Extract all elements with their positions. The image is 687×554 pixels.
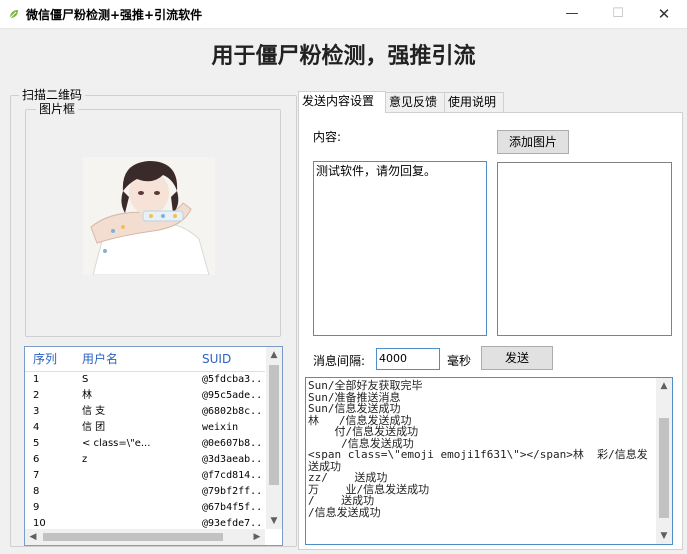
- image-preview-box: [497, 162, 672, 336]
- log-line: Sun/全部好友获取完毕: [308, 379, 423, 392]
- add-image-button[interactable]: 添加图片: [497, 130, 569, 154]
- log-line: <span class=\"emoji emoji1f631\"></span>…: [308, 448, 648, 473]
- message-textarea[interactable]: 测试软件，请勿回复。: [313, 161, 487, 336]
- row-index: 8: [33, 486, 40, 497]
- table-row[interactable]: 8 @79bf2ff...: [25, 484, 265, 500]
- row-suid: @5fdcba3...: [202, 374, 264, 385]
- close-button[interactable]: ✕: [641, 0, 687, 28]
- row-suid: @0e607b8...: [202, 438, 264, 449]
- row-suid: @79bf2ff...: [202, 486, 264, 497]
- content-label: 内容:: [313, 130, 342, 144]
- row-suid: @f7cd814...: [202, 470, 264, 481]
- log-line: zz/ 送成功: [308, 471, 388, 484]
- anime-avatar-illustration: [83, 157, 215, 275]
- column-header-username[interactable]: 用户名: [82, 347, 192, 371]
- friend-list[interactable]: 序列 用户名 SUID 1 S @5fdcba3... 2 林 @95c5ade... 3 信…: [24, 346, 283, 546]
- app-leaf-icon: [9, 10, 18, 19]
- picture-frame-label: 图片框: [36, 100, 79, 117]
- column-header-index[interactable]: 序列: [33, 347, 73, 371]
- row-index: 9: [33, 502, 40, 513]
- log-line: Sun/信息发送成功: [308, 402, 401, 415]
- log-line: / 送成功: [308, 494, 375, 507]
- qr-picture: [83, 157, 215, 275]
- scroll-right-arrow-icon[interactable]: ▶: [249, 529, 265, 545]
- scroll-down-arrow-icon[interactable]: ▼: [266, 513, 282, 529]
- minimize-button[interactable]: —: [549, 0, 595, 28]
- interval-label: 消息间隔:: [313, 354, 366, 368]
- table-row[interactable]: 3 信 支 @6802b8c...: [25, 404, 265, 420]
- log-scroll-thumb[interactable]: [659, 418, 669, 518]
- row-username: 信 支: [82, 406, 106, 417]
- row-suid: @95c5ade...: [202, 390, 264, 401]
- tab-send-settings[interactable]: 发送内容设置: [298, 91, 386, 113]
- table-row[interactable]: 9 @67b4f5f...: [25, 500, 265, 516]
- table-row[interactable]: 2 林 @95c5ade...: [25, 388, 265, 404]
- list-horizontal-scrollbar[interactable]: ◀ ▶: [25, 529, 265, 545]
- scroll-left-arrow-icon[interactable]: ◀: [25, 529, 41, 545]
- row-index: 2: [33, 390, 40, 401]
- list-header: 序列 用户名 SUID: [25, 347, 265, 372]
- log-line: 付/信息发送成功: [308, 425, 419, 438]
- row-username: 林: [82, 390, 92, 401]
- headline: 用于僵尸粉检测，强推引流: [211, 43, 476, 69]
- list-rows: 1 S @5fdcba3... 2 林 @95c5ade... 3 信 支 @6802b8c..…: [25, 372, 265, 532]
- row-index: 4: [33, 422, 40, 433]
- row-username: S: [82, 374, 89, 385]
- row-suid: @6802b8c...: [202, 406, 264, 417]
- window-title: 微信僵尸粉检测+强推+引流软件: [26, 8, 203, 22]
- maximize-button[interactable]: ☐: [595, 0, 641, 28]
- row-suid: @67b4f5f...: [202, 502, 264, 513]
- log-lines: Sun/全部好友获取完毕 Sun/准备推送消息 Sun/信息发送成功林 /信息发送成…: [308, 380, 656, 518]
- tab-instructions[interactable]: 使用说明: [444, 92, 504, 112]
- hscroll-thumb[interactable]: [43, 533, 223, 541]
- log-textarea[interactable]: Sun/全部好友获取完毕 Sun/准备推送消息 Sun/信息发送成功林 /信息发送成…: [305, 377, 673, 545]
- table-row[interactable]: 1 S @5fdcba3...: [25, 372, 265, 388]
- title-bar: 微信僵尸粉检测+强推+引流软件 — ☐ ✕: [0, 0, 687, 29]
- row-username: < class=\"e...: [82, 438, 151, 449]
- log-scroll-down-arrow-icon[interactable]: ▼: [656, 528, 672, 544]
- row-index: 7: [33, 470, 40, 481]
- row-username: 信 团: [82, 422, 106, 433]
- table-row[interactable]: 5 < class=\"e... @0e607b8...: [25, 436, 265, 452]
- row-index: 5: [33, 438, 40, 449]
- log-line: /信息发送成功: [308, 505, 381, 519]
- row-index: 1: [33, 374, 40, 385]
- scroll-up-arrow-icon[interactable]: ▲: [266, 347, 282, 363]
- table-row[interactable]: 7 @f7cd814...: [25, 468, 265, 484]
- row-index: 6: [33, 454, 40, 465]
- column-header-suid[interactable]: SUID: [202, 347, 264, 371]
- log-vertical-scrollbar[interactable]: ▲ ▼: [656, 378, 672, 544]
- row-index: 3: [33, 406, 40, 417]
- table-row[interactable]: 4 信 团 weixin: [25, 420, 265, 436]
- list-vertical-scrollbar[interactable]: ▲ ▼: [266, 347, 282, 529]
- interval-input[interactable]: 4000: [376, 348, 440, 370]
- row-suid: weixin: [202, 422, 239, 433]
- row-suid: @3d3aeab...: [202, 454, 264, 465]
- send-button[interactable]: 发送: [481, 346, 553, 370]
- table-row[interactable]: 6 z @3d3aeab...: [25, 452, 265, 468]
- row-username: z: [82, 454, 88, 465]
- scroll-thumb[interactable]: [269, 365, 279, 485]
- log-scroll-up-arrow-icon[interactable]: ▲: [656, 378, 672, 394]
- tab-feedback[interactable]: 意见反馈: [385, 92, 445, 112]
- interval-unit-label: 毫秒: [447, 354, 472, 368]
